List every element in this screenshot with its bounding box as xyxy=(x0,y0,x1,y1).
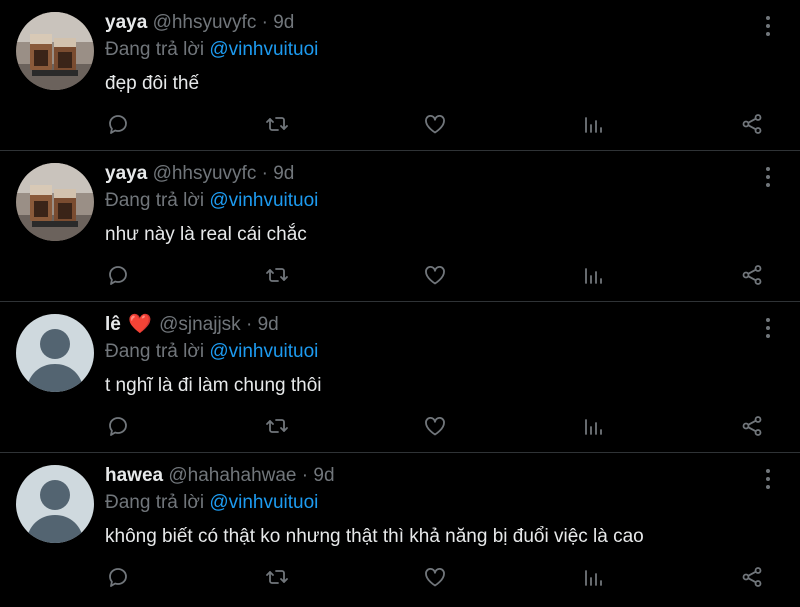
like-icon[interactable] xyxy=(421,412,449,440)
tweet-header: yaya @hhsyuvyfc · 9d xyxy=(105,11,750,35)
reply-tweet[interactable]: hawea @hahahahwae · 9d Đang trả lời @vin… xyxy=(0,453,800,604)
timestamp[interactable]: 9d xyxy=(258,314,279,335)
display-name[interactable]: yaya xyxy=(105,163,147,184)
separator: · xyxy=(261,12,268,33)
action-bar xyxy=(0,402,800,452)
reply-icon[interactable] xyxy=(104,412,132,440)
more-options-icon[interactable] xyxy=(758,14,778,38)
views-icon[interactable] xyxy=(580,110,608,138)
like-icon[interactable] xyxy=(421,563,449,591)
display-name[interactable]: lê xyxy=(105,314,121,335)
mention-link[interactable]: @vinhvuituoi xyxy=(209,190,318,211)
separator: · xyxy=(261,163,268,184)
views-icon[interactable] xyxy=(580,563,608,591)
avatar[interactable] xyxy=(16,314,94,392)
replying-to: Đang trả lời @vinhvuituoi xyxy=(105,339,750,365)
avatar[interactable] xyxy=(16,12,94,90)
reply-prefix: Đang trả lời xyxy=(105,39,205,60)
tweet-text: t nghĩ là đi làm chung thôi xyxy=(105,375,322,396)
replying-to: Đang trả lời @vinhvuituoi xyxy=(105,490,750,516)
mention-link[interactable]: @vinhvuituoi xyxy=(209,341,318,362)
reply-icon[interactable] xyxy=(104,110,132,138)
more-options-icon[interactable] xyxy=(758,165,778,189)
tweet-text: không biết có thật ko nhưng thật thì khả… xyxy=(105,526,644,547)
share-icon[interactable] xyxy=(738,261,766,289)
reply-tweet[interactable]: lê ❤️ @sjnajjsk · 9d Đang trả lời @vinhv… xyxy=(0,302,800,453)
retweet-icon[interactable] xyxy=(263,261,291,289)
like-icon[interactable] xyxy=(421,261,449,289)
like-icon[interactable] xyxy=(421,110,449,138)
separator: · xyxy=(301,465,309,486)
mention-link[interactable]: @vinhvuituoi xyxy=(209,492,318,513)
avatar[interactable] xyxy=(16,465,94,543)
timestamp[interactable]: 9d xyxy=(313,465,334,486)
retweet-icon[interactable] xyxy=(263,412,291,440)
share-icon[interactable] xyxy=(738,110,766,138)
share-icon[interactable] xyxy=(738,563,766,591)
display-name[interactable]: hawea xyxy=(105,465,163,486)
tweet-header: lê ❤️ @sjnajjsk · 9d xyxy=(105,313,750,337)
action-bar xyxy=(0,100,800,150)
tweet-text: như này là real cái chắc xyxy=(105,224,307,245)
timestamp[interactable]: 9d xyxy=(273,163,294,184)
views-icon[interactable] xyxy=(580,261,608,289)
user-handle[interactable]: @sjnajjsk xyxy=(159,314,241,335)
user-handle[interactable]: @hahahahwae xyxy=(168,465,296,486)
more-options-icon[interactable] xyxy=(758,316,778,340)
replying-to: Đang trả lời @vinhvuituoi xyxy=(105,37,750,63)
reply-prefix: Đang trả lời xyxy=(105,341,205,362)
user-handle[interactable]: @hhsyuvyfc xyxy=(153,163,257,184)
reply-icon[interactable] xyxy=(104,563,132,591)
reply-prefix: Đang trả lời xyxy=(105,190,205,211)
avatar[interactable] xyxy=(16,163,94,241)
retweet-icon[interactable] xyxy=(263,110,291,138)
replying-to: Đang trả lời @vinhvuituoi xyxy=(105,188,750,214)
share-icon[interactable] xyxy=(738,412,766,440)
action-bar xyxy=(0,251,800,301)
timestamp[interactable]: 9d xyxy=(273,12,294,33)
user-handle[interactable]: @hhsyuvyfc xyxy=(153,12,257,33)
reply-tweet[interactable]: yaya @hhsyuvyfc · 9d Đang trả lời @vinhv… xyxy=(0,151,800,302)
display-name[interactable]: yaya xyxy=(105,12,147,33)
reply-feed: yaya @hhsyuvyfc · 9d Đang trả lời @vinhv… xyxy=(0,0,800,607)
tweet-text: đẹp đôi thế xyxy=(105,73,200,94)
retweet-icon[interactable] xyxy=(263,563,291,591)
heart-emoji-icon: ❤️ xyxy=(128,314,152,335)
mention-link[interactable]: @vinhvuituoi xyxy=(209,39,318,60)
reply-tweet[interactable]: yaya @hhsyuvyfc · 9d Đang trả lời @vinhv… xyxy=(0,0,800,151)
tweet-header: yaya @hhsyuvyfc · 9d xyxy=(105,162,750,186)
tweet-header: hawea @hahahahwae · 9d xyxy=(105,464,750,488)
separator: · xyxy=(245,314,253,335)
views-icon[interactable] xyxy=(580,412,608,440)
more-options-icon[interactable] xyxy=(758,467,778,491)
action-bar xyxy=(0,553,800,603)
reply-prefix: Đang trả lời xyxy=(105,492,205,513)
reply-icon[interactable] xyxy=(104,261,132,289)
